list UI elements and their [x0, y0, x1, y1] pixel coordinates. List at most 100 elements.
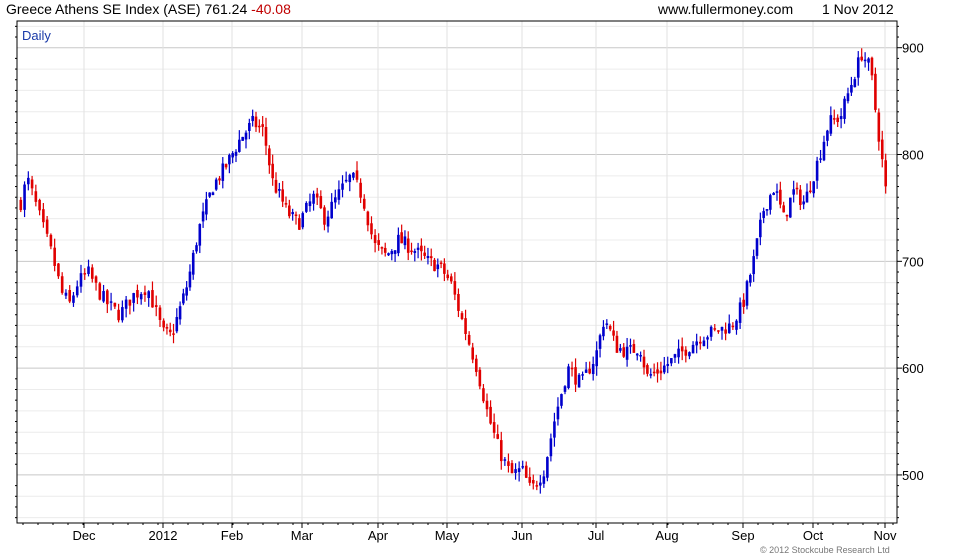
- price-bar-body: [563, 386, 567, 392]
- price-bar-body: [802, 201, 805, 205]
- price-bar-body: [281, 189, 284, 202]
- x-tick-label: Feb: [221, 528, 243, 543]
- price-bar-body: [492, 422, 496, 433]
- price-bar-body: [352, 172, 355, 178]
- price-bar-body: [284, 203, 288, 205]
- price-bar-body: [57, 263, 60, 277]
- price-bar-body: [291, 212, 294, 215]
- price-bar-body: [846, 93, 850, 102]
- price-bar-body: [373, 235, 377, 244]
- price-bar-body: [341, 183, 344, 190]
- price-bar-body: [305, 202, 308, 212]
- price-bar-body: [738, 302, 742, 323]
- price-bar-body: [185, 287, 188, 296]
- price-bar-body: [474, 358, 478, 372]
- price-bar-body: [602, 326, 605, 337]
- price-bar-body: [666, 364, 670, 366]
- price-bar-body: [231, 153, 234, 158]
- price-bar-body: [27, 177, 30, 185]
- price-bar-body: [542, 476, 546, 484]
- price-bar-body: [691, 344, 695, 354]
- price-bar-body: [175, 317, 179, 332]
- price-bar-body: [632, 344, 636, 353]
- price-bar-body: [326, 216, 330, 227]
- x-tick-label: Apr: [368, 528, 389, 543]
- price-bar-body: [208, 192, 211, 197]
- x-tick-label: Mar: [291, 528, 314, 543]
- x-tick-label: 2012: [149, 528, 178, 543]
- price-bar-body: [622, 347, 626, 357]
- price-bar-body: [521, 466, 525, 468]
- x-tick-label: Sep: [731, 528, 754, 543]
- price-bar-body: [221, 163, 225, 181]
- price-bar-body: [688, 352, 691, 357]
- x-tick-label: Dec: [72, 528, 96, 543]
- price-bar-body: [90, 267, 94, 279]
- price-bar-body: [588, 368, 591, 374]
- price-bar-body: [261, 124, 264, 127]
- price-bar-body: [779, 189, 782, 205]
- price-bar-body: [745, 281, 749, 306]
- price-bar-body: [880, 139, 884, 160]
- price-bar-body: [809, 190, 812, 193]
- price-bar-body: [278, 189, 281, 191]
- price-bar-body: [121, 307, 124, 321]
- price-bar-body: [383, 247, 387, 253]
- price-bar-body: [652, 371, 656, 374]
- price-bar-body: [829, 115, 833, 134]
- price-bar-body: [877, 112, 881, 142]
- y-tick-label: 700: [902, 254, 924, 269]
- price-bar-body: [413, 251, 417, 253]
- price-bar-body: [94, 276, 98, 283]
- x-tick-label: Oct: [803, 528, 824, 543]
- x-tick-label: May: [435, 528, 460, 543]
- price-bar-body: [151, 290, 154, 308]
- price-bar-body: [702, 340, 706, 346]
- price-bar-body: [429, 256, 433, 259]
- price-bar-body: [625, 346, 629, 360]
- price-bar-body: [510, 463, 514, 474]
- price-bar-body: [117, 309, 120, 321]
- price-bar-body: [436, 264, 440, 270]
- price-bar-body: [380, 247, 384, 249]
- price-bar-body: [377, 240, 380, 245]
- price-bar-body: [608, 325, 612, 330]
- price-bar-body: [629, 345, 632, 347]
- price-bar-body: [649, 374, 653, 376]
- y-tick-label: 800: [902, 148, 924, 163]
- price-bar-body: [752, 256, 755, 275]
- price-bar-body: [393, 250, 397, 254]
- price-bar-body: [489, 406, 492, 424]
- price-bar-body: [420, 245, 423, 252]
- price-bar-body: [333, 197, 337, 203]
- price-bar-body: [574, 367, 577, 385]
- price-bar-body: [775, 191, 779, 193]
- price-bar-body: [397, 234, 400, 254]
- price-bar-body: [832, 118, 836, 120]
- price-bar-body: [826, 130, 829, 141]
- price-bar-body: [124, 299, 128, 309]
- x-tick-label: Aug: [655, 528, 678, 543]
- y-tick-label: 900: [902, 41, 924, 56]
- price-bar-body: [400, 232, 403, 244]
- price-bar-body: [528, 476, 532, 483]
- price-bar-body: [449, 276, 453, 282]
- price-bar-body: [850, 84, 853, 93]
- price-bar-body: [19, 199, 23, 211]
- price-bar-body: [560, 394, 563, 406]
- price-bar-body: [154, 305, 158, 308]
- price-bar-body: [224, 164, 228, 168]
- price-bar-body: [271, 163, 274, 179]
- price-bar-body: [584, 369, 588, 373]
- price-bar-body: [860, 56, 863, 61]
- price-bar-body: [178, 306, 182, 320]
- price-bar-body: [769, 195, 772, 210]
- price-bar-body: [839, 116, 843, 120]
- price-bar-body: [362, 198, 366, 209]
- price-bar-body: [546, 457, 549, 478]
- price-bar-body: [403, 236, 407, 246]
- price-bar-body: [727, 323, 731, 334]
- price-bar-body: [503, 459, 507, 461]
- price-bar-body: [264, 126, 268, 146]
- price-bar-body: [884, 160, 887, 187]
